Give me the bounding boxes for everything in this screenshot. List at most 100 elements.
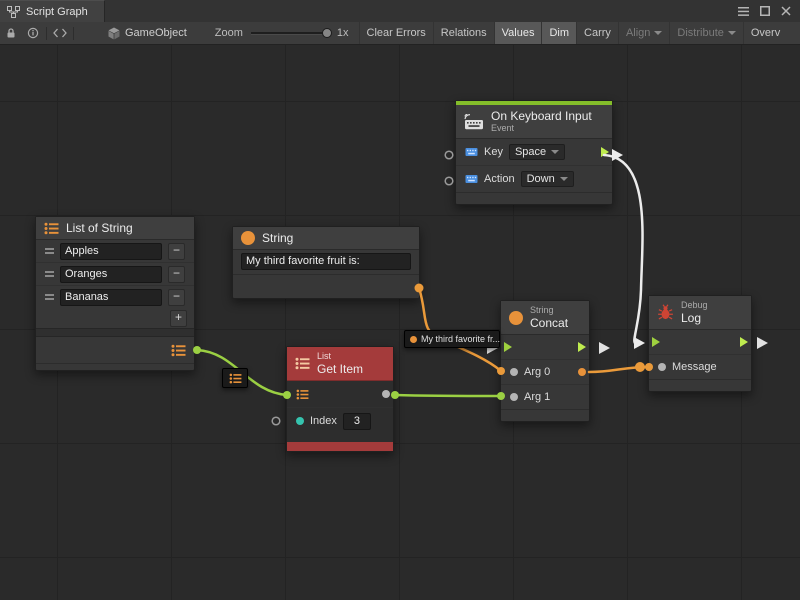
- list-output-icon[interactable]: [171, 344, 186, 357]
- dim-button[interactable]: Dim: [541, 22, 576, 44]
- align-button-label: Align: [626, 27, 650, 39]
- carry-button[interactable]: Carry: [576, 22, 618, 44]
- gameobject-label: GameObject: [125, 27, 187, 39]
- node-header: On Keyboard Input Event: [456, 105, 612, 139]
- key-dropdown-value: Space: [515, 146, 546, 158]
- arg0-input-port[interactable]: [510, 368, 518, 376]
- node-title: Log: [681, 311, 708, 325]
- index-label: Index: [310, 415, 337, 427]
- drag-handle-icon[interactable]: [45, 294, 54, 300]
- list-item: Oranges −: [36, 262, 194, 285]
- action-row: Action Down: [456, 165, 612, 192]
- tab-script-graph[interactable]: Script Graph: [0, 0, 105, 22]
- zoom-slider[interactable]: [251, 32, 329, 35]
- bug-icon: [657, 304, 674, 321]
- keyboard-event-icon: [464, 114, 484, 130]
- index-field[interactable]: 3: [343, 413, 371, 430]
- string-output-row: [233, 274, 419, 298]
- node-category: String: [530, 305, 568, 316]
- drag-handle-icon[interactable]: [45, 248, 54, 254]
- list-icon: [44, 222, 59, 235]
- list-output-row: [36, 337, 194, 363]
- item-output-port[interactable]: [382, 390, 390, 398]
- value-bubble-text: My third favorite fr...: [421, 334, 500, 344]
- control-input-port[interactable]: [652, 337, 660, 347]
- node-header: String Concat: [501, 301, 589, 335]
- menu-icon[interactable]: [738, 7, 749, 16]
- window-controls: [738, 0, 800, 22]
- info-icon[interactable]: [22, 22, 44, 44]
- toolbar-separator: [73, 27, 74, 40]
- drag-handle-icon[interactable]: [45, 271, 54, 277]
- action-type-icon: [465, 174, 478, 184]
- overview-button[interactable]: Overv: [743, 22, 787, 44]
- relations-button[interactable]: Relations: [433, 22, 494, 44]
- string-value-row: My third favorite fruit is:: [233, 250, 419, 274]
- arg0-label: Arg 0: [524, 366, 550, 378]
- string-type-icon: [509, 311, 523, 325]
- list-item-field[interactable]: Apples: [60, 243, 162, 260]
- remove-item-button[interactable]: −: [168, 266, 185, 283]
- key-label: Key: [484, 146, 503, 158]
- node-spacer: [287, 434, 393, 442]
- action-dropdown-value: Down: [527, 173, 555, 185]
- script-graph-icon: [7, 6, 20, 18]
- lock-icon[interactable]: [0, 22, 22, 44]
- node-title: On Keyboard Input: [491, 109, 592, 123]
- arg1-input-port[interactable]: [510, 393, 518, 401]
- node-get-item[interactable]: List Get Item Index 3: [286, 346, 394, 452]
- value-bubble-list: [222, 368, 248, 388]
- key-type-icon: [465, 147, 478, 157]
- remove-item-button[interactable]: −: [168, 289, 185, 306]
- zoom-label: Zoom: [215, 27, 243, 39]
- remove-item-button[interactable]: −: [168, 243, 185, 260]
- node-title: String: [262, 231, 293, 245]
- node-debug-log[interactable]: Debug Log Message: [648, 295, 752, 392]
- tab-title: Script Graph: [26, 6, 88, 18]
- list-port-icon[interactable]: [296, 389, 309, 400]
- index-input-port[interactable]: [296, 417, 304, 425]
- message-label: Message: [672, 361, 717, 373]
- zoom-value: 1x: [337, 27, 349, 39]
- node-header: Debug Log: [649, 296, 751, 330]
- string-value-field[interactable]: My third favorite fruit is:: [241, 253, 411, 270]
- node-divider: [36, 328, 194, 337]
- message-input-port[interactable]: [658, 363, 666, 371]
- key-dropdown[interactable]: Space: [509, 144, 565, 160]
- values-button[interactable]: Values: [494, 22, 542, 44]
- node-list-of-string[interactable]: List of String Apples − Oranges − Banana…: [35, 216, 195, 371]
- gameobject-selector[interactable]: GameObject: [102, 27, 193, 40]
- result-output-port[interactable]: [578, 368, 586, 376]
- align-button: Align: [618, 22, 669, 44]
- maximize-icon[interactable]: [760, 6, 770, 16]
- arg1-row: Arg 1: [501, 384, 589, 409]
- list-item-field[interactable]: Bananas: [60, 289, 162, 306]
- node-string-literal[interactable]: String My third favorite fruit is:: [232, 226, 420, 299]
- node-title: Get Item: [317, 362, 363, 376]
- key-row: Key Space: [456, 139, 612, 165]
- node-on-keyboard-input[interactable]: On Keyboard Input Event Key Space Action…: [455, 100, 613, 205]
- control-output-port[interactable]: [578, 342, 586, 352]
- zoom-slider-handle[interactable]: [322, 28, 332, 38]
- action-dropdown[interactable]: Down: [521, 171, 574, 187]
- arg1-label: Arg 1: [524, 391, 550, 403]
- add-item-button[interactable]: +: [170, 310, 187, 327]
- node-header: List Get Item: [287, 347, 393, 381]
- code-icon[interactable]: [49, 22, 71, 44]
- arg0-row: Arg 0: [501, 359, 589, 384]
- control-output-port[interactable]: [601, 147, 609, 157]
- add-item-row: +: [36, 308, 194, 328]
- node-concat[interactable]: String Concat Arg 0 Arg 1: [500, 300, 590, 422]
- index-row: Index 3: [287, 407, 393, 434]
- chevron-down-icon: [560, 177, 568, 181]
- node-header: String: [233, 227, 419, 250]
- close-icon[interactable]: [781, 6, 791, 16]
- chevron-down-icon: [728, 31, 736, 35]
- control-input-port[interactable]: [504, 342, 512, 352]
- list-item-field[interactable]: Oranges: [60, 266, 162, 283]
- window-titlebar: Script Graph: [0, 0, 800, 22]
- control-output-port[interactable]: [740, 337, 748, 347]
- clear-errors-button[interactable]: Clear Errors: [359, 22, 433, 44]
- message-row: Message: [649, 354, 751, 379]
- distribute-button: Distribute: [669, 22, 742, 44]
